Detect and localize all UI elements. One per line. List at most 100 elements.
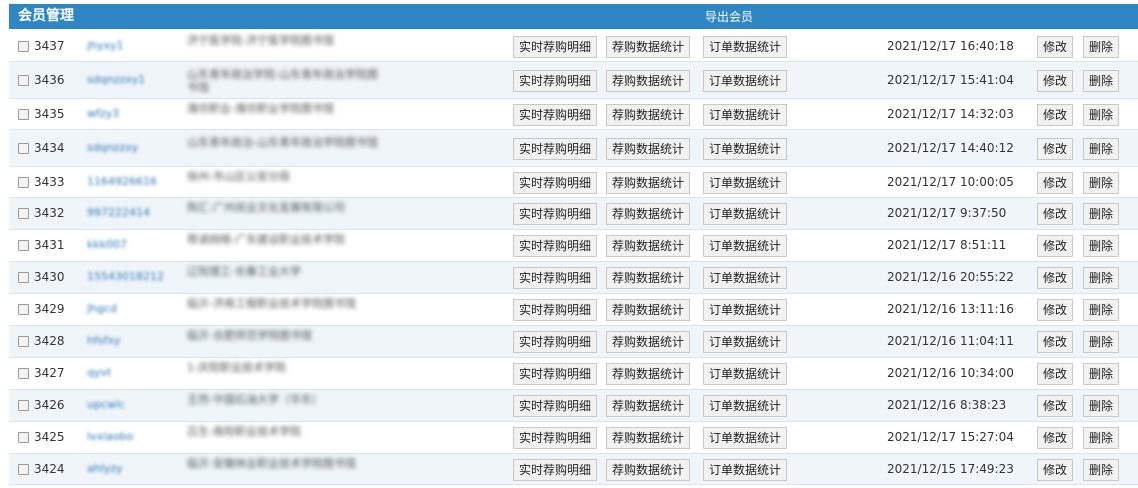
edit-button[interactable]: 修改 xyxy=(1037,104,1073,126)
member-username-link[interactable]: qyvt xyxy=(87,366,175,380)
row-checkbox[interactable] xyxy=(18,336,29,347)
member-username-link[interactable]: wfzy3 xyxy=(87,107,175,121)
recommend-stats-button[interactable]: 荐购数据统计 xyxy=(606,395,690,417)
order-stats-button[interactable]: 订单数据统计 xyxy=(703,235,787,257)
edit-button[interactable]: 修改 xyxy=(1037,235,1073,257)
delete-button[interactable]: 删除 xyxy=(1083,395,1119,417)
member-username-link[interactable]: 15543018212 xyxy=(87,270,175,284)
recommend-stats-button[interactable]: 荐购数据统计 xyxy=(606,203,690,225)
recommend-stats-button[interactable]: 荐购数据统计 xyxy=(606,427,690,449)
edit-button[interactable]: 修改 xyxy=(1037,331,1073,353)
realtime-detail-button[interactable]: 实时荐购明细 xyxy=(513,70,597,92)
row-checkbox[interactable] xyxy=(18,75,29,86)
recommend-stats-button[interactable]: 荐购数据统计 xyxy=(606,299,690,321)
delete-button[interactable]: 删除 xyxy=(1083,36,1119,58)
member-username-link[interactable]: kkk007 xyxy=(87,238,175,252)
member-organization: 潍坊职业-潍坊职业学院图书馆 xyxy=(187,102,334,115)
delete-button[interactable]: 删除 xyxy=(1083,70,1119,92)
order-stats-button[interactable]: 订单数据统计 xyxy=(703,395,787,417)
edit-button[interactable]: 修改 xyxy=(1037,299,1073,321)
realtime-detail-button[interactable]: 实时荐购明细 xyxy=(513,459,597,481)
order-stats-button[interactable]: 订单数据统计 xyxy=(703,267,787,289)
edit-button[interactable]: 修改 xyxy=(1037,363,1073,385)
edit-button[interactable]: 修改 xyxy=(1037,138,1073,160)
edit-button[interactable]: 修改 xyxy=(1037,267,1073,289)
realtime-detail-button[interactable]: 实时荐购明细 xyxy=(513,363,597,385)
member-username-link[interactable]: sdqnzzxy xyxy=(87,141,175,155)
member-username-link[interactable]: 1164926616 xyxy=(87,175,175,189)
realtime-detail-button[interactable]: 实时荐购明细 xyxy=(513,104,597,126)
order-stats-button[interactable]: 订单数据统计 xyxy=(703,138,787,160)
realtime-detail-button[interactable]: 实时荐购明细 xyxy=(513,36,597,58)
realtime-detail-button[interactable]: 实时荐购明细 xyxy=(513,235,597,257)
realtime-detail-button[interactable]: 实时荐购明细 xyxy=(513,299,597,321)
row-checkbox[interactable] xyxy=(18,400,29,411)
row-checkbox[interactable] xyxy=(18,109,29,120)
delete-button[interactable]: 删除 xyxy=(1083,172,1119,194)
order-stats-button[interactable]: 订单数据统计 xyxy=(703,36,787,58)
row-checkbox[interactable] xyxy=(18,304,29,315)
row-checkbox[interactable] xyxy=(18,177,29,188)
edit-button[interactable]: 修改 xyxy=(1037,427,1073,449)
edit-button[interactable]: 修改 xyxy=(1037,70,1073,92)
member-username-link[interactable]: 997222414 xyxy=(87,206,175,220)
order-stats-button[interactable]: 订单数据统计 xyxy=(703,172,787,194)
recommend-stats-button[interactable]: 荐购数据统计 xyxy=(606,70,690,92)
recommend-stats-button[interactable]: 荐购数据统计 xyxy=(606,331,690,353)
recommend-stats-button[interactable]: 荐购数据统计 xyxy=(606,36,690,58)
realtime-detail-button[interactable]: 实时荐购明细 xyxy=(513,138,597,160)
row-checkbox[interactable] xyxy=(18,272,29,283)
delete-button[interactable]: 删除 xyxy=(1083,138,1119,160)
order-stats-button[interactable]: 订单数据统计 xyxy=(703,104,787,126)
delete-button[interactable]: 删除 xyxy=(1083,299,1119,321)
row-checkbox[interactable] xyxy=(18,240,29,251)
order-stats-button[interactable]: 订单数据统计 xyxy=(703,459,787,481)
order-stats-button[interactable]: 订单数据统计 xyxy=(703,427,787,449)
recommend-stats-button[interactable]: 荐购数据统计 xyxy=(606,172,690,194)
delete-button[interactable]: 删除 xyxy=(1083,459,1119,481)
edit-button[interactable]: 修改 xyxy=(1037,36,1073,58)
delete-button[interactable]: 删除 xyxy=(1083,427,1119,449)
realtime-detail-button[interactable]: 实时荐购明细 xyxy=(513,395,597,417)
realtime-detail-button[interactable]: 实时荐购明细 xyxy=(513,427,597,449)
recommend-stats-button[interactable]: 荐购数据统计 xyxy=(606,267,690,289)
delete-button[interactable]: 删除 xyxy=(1083,267,1119,289)
member-username-link[interactable]: jhyxy1 xyxy=(87,39,175,53)
delete-button[interactable]: 删除 xyxy=(1083,331,1119,353)
realtime-detail-button[interactable]: 实时荐购明细 xyxy=(513,172,597,194)
row-checkbox[interactable] xyxy=(18,464,29,475)
delete-button[interactable]: 删除 xyxy=(1083,363,1119,385)
recommend-stats-button[interactable]: 荐购数据统计 xyxy=(606,459,690,481)
order-stats-button[interactable]: 订单数据统计 xyxy=(703,363,787,385)
row-checkbox[interactable] xyxy=(18,208,29,219)
member-username-link[interactable]: upcwlc xyxy=(87,398,175,412)
member-username-link[interactable]: sdqnzzxy1 xyxy=(87,73,175,87)
realtime-detail-button[interactable]: 实时荐购明细 xyxy=(513,331,597,353)
recommend-stats-button[interactable]: 荐购数据统计 xyxy=(606,363,690,385)
edit-button[interactable]: 修改 xyxy=(1037,203,1073,225)
recommend-stats-button[interactable]: 荐购数据统计 xyxy=(606,235,690,257)
recommend-stats-button[interactable]: 荐购数据统计 xyxy=(606,138,690,160)
order-stats-button[interactable]: 订单数据统计 xyxy=(703,331,787,353)
export-members-link[interactable]: 导出会员 xyxy=(705,9,753,25)
delete-button[interactable]: 删除 xyxy=(1083,235,1119,257)
row-checkbox[interactable] xyxy=(18,143,29,154)
member-username-link[interactable]: lvxiaobo xyxy=(87,430,175,444)
order-stats-button[interactable]: 订单数据统计 xyxy=(703,299,787,321)
delete-button[interactable]: 删除 xyxy=(1083,203,1119,225)
member-username-link[interactable]: jhgcd xyxy=(87,302,175,316)
row-checkbox[interactable] xyxy=(18,41,29,52)
realtime-detail-button[interactable]: 实时荐购明细 xyxy=(513,267,597,289)
recommend-stats-button[interactable]: 荐购数据统计 xyxy=(606,104,690,126)
delete-button[interactable]: 删除 xyxy=(1083,104,1119,126)
member-username-link[interactable]: hfsfxy xyxy=(87,334,175,348)
row-checkbox[interactable] xyxy=(18,368,29,379)
realtime-detail-button[interactable]: 实时荐购明细 xyxy=(513,203,597,225)
edit-button[interactable]: 修改 xyxy=(1037,172,1073,194)
member-username-link[interactable]: ahlyzy xyxy=(87,462,175,476)
order-stats-button[interactable]: 订单数据统计 xyxy=(703,203,787,225)
order-stats-button[interactable]: 订单数据统计 xyxy=(703,70,787,92)
row-checkbox[interactable] xyxy=(18,432,29,443)
edit-button[interactable]: 修改 xyxy=(1037,459,1073,481)
edit-button[interactable]: 修改 xyxy=(1037,395,1073,417)
